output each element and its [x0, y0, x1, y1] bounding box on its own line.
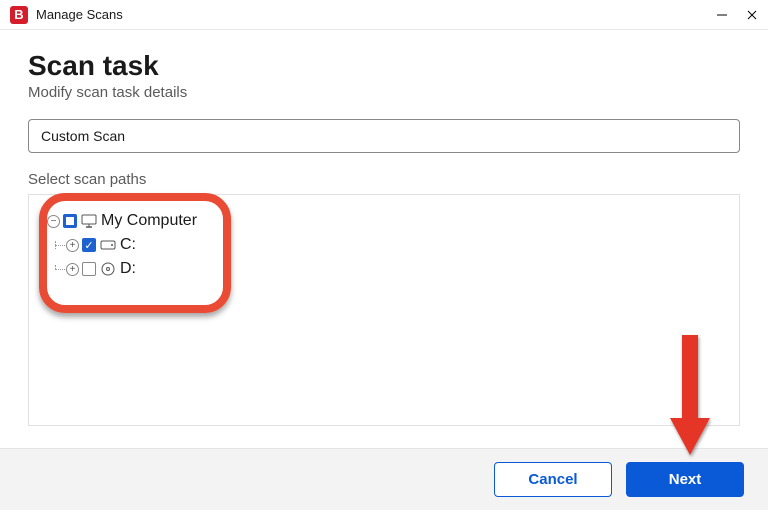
footer: Cancel Next	[0, 448, 768, 510]
expand-icon[interactable]: +	[66, 239, 79, 252]
close-button[interactable]	[746, 9, 758, 21]
window-controls	[716, 9, 758, 21]
scan-name-input[interactable]	[28, 119, 740, 153]
node-label: My Computer	[101, 212, 197, 230]
tree-node-d[interactable]: + D:	[47, 257, 721, 281]
expand-icon[interactable]: +	[66, 263, 79, 276]
cancel-button[interactable]: Cancel	[494, 462, 612, 497]
window-title: Manage Scans	[36, 7, 716, 22]
section-label: Select scan paths	[28, 171, 740, 188]
tree-node-my-computer[interactable]: − My Computer	[47, 209, 721, 233]
collapse-icon[interactable]: −	[47, 215, 60, 228]
page-title: Scan task	[28, 50, 740, 82]
tree-container: − My Computer + ✓ C:	[28, 194, 740, 426]
checkbox-unchecked[interactable]	[82, 262, 96, 276]
checkbox-checked[interactable]: ✓	[82, 238, 96, 252]
computer-icon	[80, 214, 98, 228]
tree-node-c[interactable]: + ✓ C:	[47, 233, 721, 257]
minimize-button[interactable]	[716, 9, 728, 21]
node-label: C:	[120, 236, 136, 254]
disc-icon	[99, 262, 117, 276]
path-tree: − My Computer + ✓ C:	[29, 195, 739, 295]
page-subtitle: Modify scan task details	[28, 84, 740, 101]
drive-icon	[99, 240, 117, 250]
content-area: Scan task Modify scan task details Selec…	[0, 30, 768, 446]
next-button[interactable]: Next	[626, 462, 744, 497]
app-icon: B	[10, 6, 28, 24]
node-label: D:	[120, 260, 136, 278]
checkbox-partial[interactable]	[63, 214, 77, 228]
title-bar: B Manage Scans	[0, 0, 768, 30]
